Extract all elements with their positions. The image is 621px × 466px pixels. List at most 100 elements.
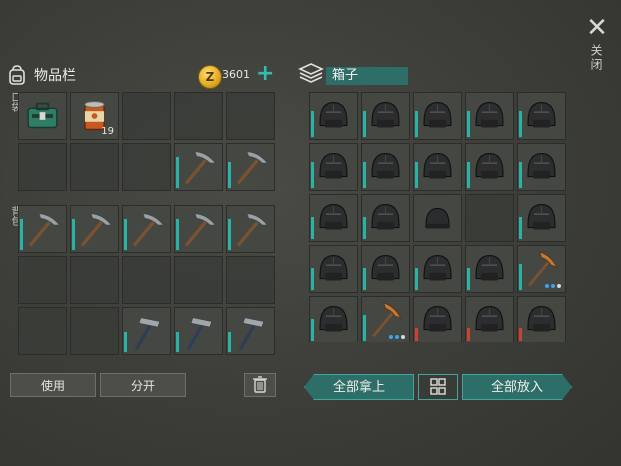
hammer-icon: [123, 308, 170, 354]
durability-bar: [124, 219, 127, 250]
inventory-title: 物品栏: [34, 68, 76, 84]
slot-copper-pickaxe[interactable]: [361, 296, 410, 342]
medkit-icon: [19, 93, 66, 139]
slot-helmet[interactable]: [361, 143, 410, 191]
slot-pickaxe[interactable]: [122, 205, 171, 253]
helmet-icon: [414, 93, 461, 139]
helmet-icon: [466, 297, 513, 342]
empty-slot[interactable]: [18, 143, 67, 191]
add-coins-button[interactable]: +: [256, 63, 274, 86]
hammer-icon: [175, 308, 222, 354]
empty-slot[interactable]: [174, 256, 223, 304]
empty-slot[interactable]: [18, 256, 67, 304]
slot-helmet[interactable]: [517, 296, 566, 342]
use-button[interactable]: 使用: [10, 373, 96, 397]
durability-bar: [20, 219, 23, 250]
slot-pickaxe[interactable]: [18, 205, 67, 253]
take-all-button[interactable]: 全部拿上: [304, 374, 414, 400]
slot-can[interactable]: 19: [70, 92, 119, 140]
pickaxe-icon: [19, 206, 66, 252]
helmet-icon: [414, 297, 461, 342]
slot-hammer[interactable]: [122, 307, 171, 355]
slot-pickaxe[interactable]: [174, 143, 223, 191]
helmet-icon: [310, 144, 357, 190]
helmet-icon: [310, 93, 357, 139]
backpack-icon: [9, 65, 25, 85]
slot-pickaxe[interactable]: [70, 205, 119, 253]
pickaxe-icon: [123, 206, 170, 252]
durability-bar: [415, 111, 418, 137]
slot-helmet[interactable]: [361, 194, 410, 242]
chest-title: 箱子: [326, 67, 408, 85]
put-all-button[interactable]: 全部放入: [462, 374, 572, 400]
empty-slot[interactable]: [70, 307, 119, 355]
durability-bar: [415, 162, 418, 188]
helmet-icon: [414, 246, 461, 292]
slot-helmet[interactable]: [309, 143, 358, 191]
helmet-icon: [518, 297, 565, 342]
slot-helmet[interactable]: [413, 92, 462, 140]
durability-bar: [311, 268, 314, 290]
upgrade-dots: [545, 284, 561, 288]
slot-medkit[interactable]: [18, 92, 67, 140]
slot-helmet[interactable]: [309, 245, 358, 293]
empty-slot[interactable]: [174, 92, 223, 140]
slot-helmet[interactable]: [517, 194, 566, 242]
slot-helmet[interactable]: [465, 92, 514, 140]
empty-slot[interactable]: [465, 194, 514, 242]
durability-bar: [363, 315, 366, 341]
slot-pickaxe[interactable]: [226, 143, 275, 191]
slot-pickaxe[interactable]: [174, 205, 223, 253]
durability-bar: [228, 162, 231, 188]
durability-bar: [415, 268, 418, 290]
empty-slot[interactable]: [226, 92, 275, 140]
slot-helmet[interactable]: [413, 245, 462, 293]
empty-slot[interactable]: [226, 256, 275, 304]
empty-slot[interactable]: [70, 256, 119, 304]
durability-bar: [311, 111, 314, 137]
slot-helmet[interactable]: [309, 92, 358, 140]
empty-slot[interactable]: [18, 307, 67, 355]
helmet-icon: [466, 246, 513, 292]
slot-pickaxe[interactable]: [226, 205, 275, 253]
hammer-icon: [227, 308, 274, 354]
slot-beanie[interactable]: [413, 194, 462, 242]
helmet-icon: [466, 93, 513, 139]
durability-bar: [72, 219, 75, 250]
close-icon[interactable]: ✕: [585, 15, 609, 41]
empty-slot[interactable]: [122, 143, 171, 191]
pickaxe-icon: [175, 144, 222, 190]
slot-helmet[interactable]: [465, 245, 514, 293]
slot-helmet[interactable]: [517, 143, 566, 191]
empty-slot[interactable]: [122, 256, 171, 304]
helmet-icon: [362, 246, 409, 292]
trash-icon: [253, 376, 267, 393]
slot-helmet[interactable]: [361, 92, 410, 140]
slot-copper-pickaxe[interactable]: [517, 245, 566, 293]
slot-helmet[interactable]: [309, 296, 358, 342]
slot-helmet[interactable]: [413, 296, 462, 342]
durability-bar: [311, 217, 314, 239]
trash-button[interactable]: [244, 373, 276, 397]
slot-helmet[interactable]: [465, 296, 514, 342]
durability-bar: [228, 219, 231, 250]
empty-slot[interactable]: [122, 92, 171, 140]
slot-helmet[interactable]: [413, 143, 462, 191]
coin-icon: Z: [198, 65, 222, 89]
slot-helmet[interactable]: [309, 194, 358, 242]
sort-button[interactable]: [418, 374, 458, 400]
slot-hammer[interactable]: [174, 307, 223, 355]
helmet-icon: [518, 144, 565, 190]
slot-helmet[interactable]: [517, 92, 566, 140]
helmet-icon: [362, 195, 409, 241]
pickaxe-icon: [227, 206, 274, 252]
split-button[interactable]: 分开: [100, 373, 186, 397]
slot-hammer[interactable]: [226, 307, 275, 355]
durability-bar: [228, 332, 231, 352]
helmet-icon: [518, 93, 565, 139]
slot-helmet[interactable]: [361, 245, 410, 293]
empty-slot[interactable]: [70, 143, 119, 191]
helmet-icon: [362, 144, 409, 190]
durability-bar: [176, 332, 179, 352]
slot-helmet[interactable]: [465, 143, 514, 191]
